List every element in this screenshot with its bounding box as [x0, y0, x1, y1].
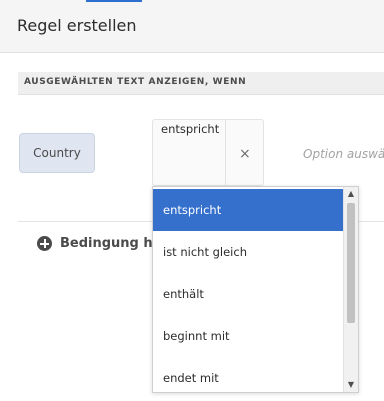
dropdown-option-endet-mit[interactable]: endet mit	[153, 357, 344, 392]
accent-strip	[86, 0, 142, 2]
scrollbar-thumb[interactable]	[347, 203, 355, 323]
dropdown-option-ist-nicht-gleich[interactable]: ist nicht gleich	[153, 231, 344, 273]
scroll-down-arrow-icon[interactable]: ▼	[344, 378, 358, 392]
scroll-up-arrow-icon[interactable]: ▲	[344, 187, 358, 201]
operator-select[interactable]: entspricht ×	[152, 119, 264, 186]
add-condition-label: Bedingung hin	[60, 236, 167, 251]
dropdown-scrollbar[interactable]: ▲ ▼	[343, 187, 358, 392]
dialog-header: Regel erstellen	[0, 0, 384, 53]
section-label: AUSGEWÄHLTEN TEXT ANZEIGEN, WENN	[24, 77, 247, 87]
dropdown-option-enthaelt[interactable]: enthält	[153, 273, 344, 315]
field-chip-label: Country	[33, 146, 81, 160]
operator-divider	[225, 120, 226, 186]
dropdown-option-beginnt-mit[interactable]: beginnt mit	[153, 315, 344, 357]
add-condition-button[interactable]: Bedingung hin	[37, 236, 166, 251]
operator-dropdown-list[interactable]: entspricht ist nicht gleich enthält begi…	[152, 186, 359, 393]
clear-icon[interactable]: ×	[239, 146, 251, 162]
dropdown-option-entspricht[interactable]: entspricht	[153, 189, 344, 231]
field-chip-country[interactable]: Country	[19, 133, 95, 173]
dialog-title: Regel erstellen	[17, 16, 137, 35]
section-header: AUSGEWÄHLTEN TEXT ANZEIGEN, WENN	[18, 72, 384, 95]
operator-value: entspricht	[161, 122, 220, 136]
plus-circle-icon	[37, 236, 52, 251]
option-select-input[interactable]: Option auswähl	[303, 147, 384, 161]
